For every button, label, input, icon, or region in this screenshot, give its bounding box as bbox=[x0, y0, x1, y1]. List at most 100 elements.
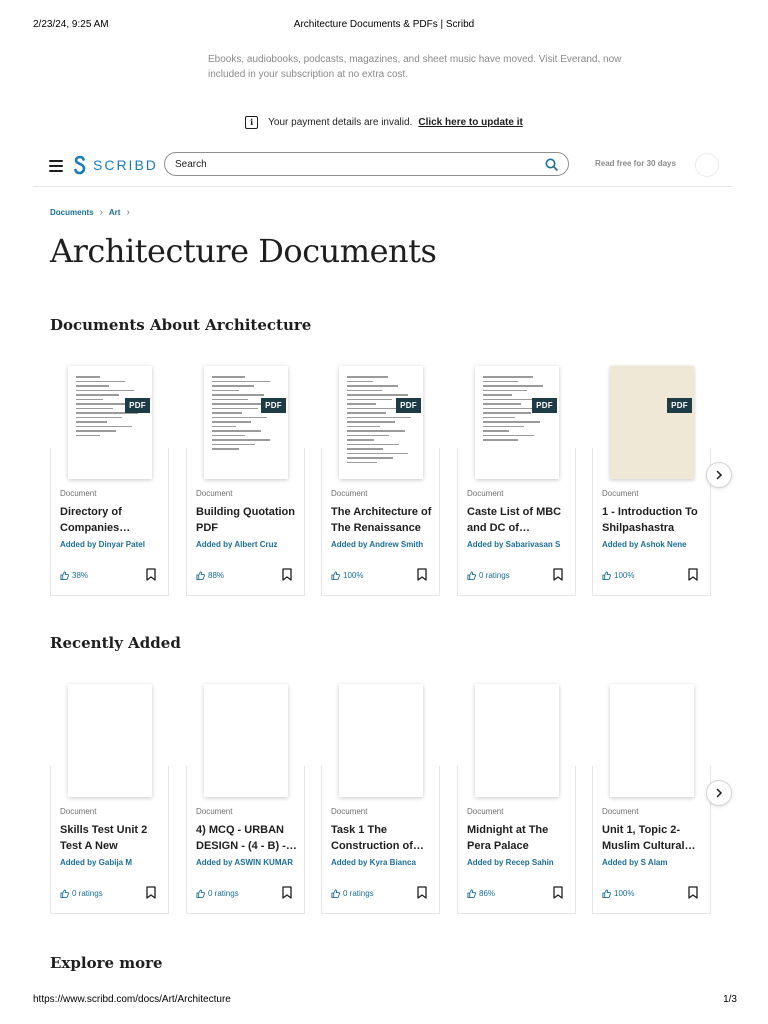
thumbs-up-icon bbox=[331, 889, 340, 898]
document-card[interactable]: Document Skills Test Unit 2 Test A New Add… bbox=[50, 680, 171, 917]
document-title[interactable]: 4) MCQ - URBAN DESIGN - (4 - B) - Copy bbox=[196, 822, 300, 854]
read-free-link[interactable]: Read free for 30 days bbox=[595, 159, 676, 168]
thumbnail-text-lines bbox=[347, 376, 415, 466]
bookmark-icon[interactable] bbox=[553, 886, 563, 899]
document-card[interactable]: Document 4) MCQ - URBAN DESIGN - (4 - B) … bbox=[186, 680, 307, 917]
document-card[interactable]: Document Task 1 The Construction of Knowl… bbox=[321, 680, 442, 917]
document-card[interactable]: PDF Document Caste List of MBC and DC of T… bbox=[457, 362, 578, 599]
bookmark-icon[interactable] bbox=[688, 568, 698, 581]
thumbs-up-icon bbox=[60, 571, 69, 580]
document-rating: 0 ratings bbox=[467, 571, 510, 580]
search-input[interactable] bbox=[175, 156, 535, 172]
document-title[interactable]: Caste List of MBC and DC of Tamilnadu bbox=[467, 504, 571, 536]
bookmark-icon[interactable] bbox=[417, 568, 427, 581]
document-card[interactable]: Document Unit 1, Topic 2- Muslim Cultural… bbox=[592, 680, 713, 917]
document-thumbnail[interactable]: PDF bbox=[204, 366, 288, 479]
document-author[interactable]: Added by Albert Cruz bbox=[196, 540, 300, 549]
bookmark-icon[interactable] bbox=[553, 568, 563, 581]
search-box[interactable] bbox=[164, 152, 569, 176]
document-thumbnail[interactable]: PDF bbox=[610, 366, 694, 479]
print-url: https://www.scribd.com/docs/Art/Architec… bbox=[33, 994, 231, 1005]
document-title[interactable]: Task 1 The Construction of Knowledge bbox=[331, 822, 435, 854]
site-header: SCRIBD Read free for 30 days bbox=[33, 150, 732, 187]
thumbs-up-icon bbox=[602, 889, 611, 898]
document-thumbnail[interactable] bbox=[339, 684, 423, 797]
chevron-right-icon: › bbox=[126, 207, 130, 218]
document-type: Document bbox=[331, 489, 368, 498]
bookmark-icon[interactable] bbox=[417, 886, 427, 899]
rating-value: 100% bbox=[614, 571, 635, 580]
section-title-explore: Explore more bbox=[50, 954, 163, 972]
pdf-badge: PDF bbox=[396, 398, 421, 413]
document-thumbnail[interactable] bbox=[68, 684, 152, 797]
carousel-next-button[interactable] bbox=[706, 462, 732, 488]
bookmark-icon[interactable] bbox=[282, 886, 292, 899]
document-thumbnail[interactable] bbox=[610, 684, 694, 797]
document-author[interactable]: Added by Gabija M bbox=[60, 858, 164, 867]
scribd-logo-icon bbox=[74, 155, 86, 175]
rating-value: 88% bbox=[208, 571, 225, 580]
rating-value: 0 ratings bbox=[343, 889, 374, 898]
bookmark-icon[interactable] bbox=[688, 886, 698, 899]
document-title[interactable]: The Architecture of The Renaissance bbox=[331, 504, 435, 536]
chevron-right-icon: › bbox=[99, 207, 103, 218]
print-title: Architecture Documents & PDFs | Scribd bbox=[293, 19, 475, 30]
document-title[interactable]: Unit 1, Topic 2- Muslim Cultural History bbox=[602, 822, 706, 854]
info-icon: i bbox=[245, 115, 259, 129]
rating-value: 100% bbox=[614, 889, 635, 898]
rating-value: 86% bbox=[479, 889, 496, 898]
pdf-badge: PDF bbox=[125, 398, 150, 413]
document-author[interactable]: Added by Ashok Nene bbox=[602, 540, 706, 549]
document-rating: 100% bbox=[331, 571, 363, 580]
document-thumbnail[interactable]: PDF bbox=[68, 366, 152, 479]
thumbnail-text-lines bbox=[212, 376, 280, 453]
document-author[interactable]: Added by Sabarivasan S bbox=[467, 540, 571, 549]
document-title[interactable]: Building Quotation PDF bbox=[196, 504, 300, 536]
document-card[interactable]: PDF Document 1 - Introduction To Shilpasha… bbox=[592, 362, 713, 599]
update-payment-link[interactable]: Click here to update it bbox=[418, 117, 522, 128]
about-documents-carousel: PDF Document Directory of Companies Manufa… bbox=[50, 362, 732, 602]
breadcrumb-art[interactable]: Art bbox=[109, 208, 121, 217]
print-page-number: 1/3 bbox=[723, 994, 737, 1005]
document-card[interactable]: PDF Document The Architecture of The Renai… bbox=[321, 362, 442, 599]
document-thumbnail[interactable]: PDF bbox=[339, 366, 423, 479]
carousel-next-button[interactable] bbox=[706, 780, 732, 806]
document-type: Document bbox=[467, 489, 504, 498]
document-type: Document bbox=[467, 807, 504, 816]
document-thumbnail[interactable] bbox=[475, 684, 559, 797]
document-author[interactable]: Added by Kyra Bianca bbox=[331, 858, 435, 867]
menu-icon[interactable] bbox=[49, 160, 63, 172]
search-icon[interactable] bbox=[545, 158, 558, 171]
document-card[interactable]: PDF Document Directory of Companies Manufa… bbox=[50, 362, 171, 599]
breadcrumb-documents[interactable]: Documents bbox=[50, 208, 94, 217]
document-author[interactable]: Added by Andrew Smith bbox=[331, 540, 435, 549]
bookmark-icon[interactable] bbox=[146, 886, 156, 899]
chevron-right-icon bbox=[716, 788, 723, 798]
document-type: Document bbox=[331, 807, 368, 816]
document-title[interactable]: Skills Test Unit 2 Test A New bbox=[60, 822, 164, 854]
document-author[interactable]: Added by Dinyar Patel bbox=[60, 540, 164, 549]
document-title[interactable]: 1 - Introduction To Shilpashastra bbox=[602, 504, 706, 536]
document-card[interactable]: PDF Document Building Quotation PDF Added b… bbox=[186, 362, 307, 599]
thumbs-up-icon bbox=[602, 571, 611, 580]
scribd-logo[interactable]: SCRIBD bbox=[73, 155, 158, 175]
pdf-badge: PDF bbox=[261, 398, 286, 413]
breadcrumb: Documents › Art › bbox=[50, 207, 130, 218]
document-author[interactable]: Added by ASWIN KUMAR bbox=[196, 858, 300, 867]
bookmark-icon[interactable] bbox=[282, 568, 292, 581]
document-type: Document bbox=[602, 489, 639, 498]
page-title: Architecture Documents bbox=[50, 232, 437, 270]
pdf-badge: PDF bbox=[532, 398, 557, 413]
avatar[interactable] bbox=[695, 153, 719, 177]
document-author[interactable]: Added by Recep Sahin bbox=[467, 858, 571, 867]
section-title-about: Documents About Architecture bbox=[50, 316, 312, 334]
document-thumbnail[interactable]: PDF bbox=[475, 366, 559, 479]
document-card[interactable]: Document Midnight at The Pera Palace Added… bbox=[457, 680, 578, 917]
document-title[interactable]: Directory of Companies Manufacturing Alu… bbox=[60, 504, 164, 536]
document-author[interactable]: Added by S Alam bbox=[602, 858, 706, 867]
document-rating: 88% bbox=[196, 571, 224, 580]
bookmark-icon[interactable] bbox=[146, 568, 156, 581]
document-rating: 0 ratings bbox=[196, 889, 239, 898]
document-title[interactable]: Midnight at The Pera Palace bbox=[467, 822, 571, 854]
document-thumbnail[interactable] bbox=[204, 684, 288, 797]
